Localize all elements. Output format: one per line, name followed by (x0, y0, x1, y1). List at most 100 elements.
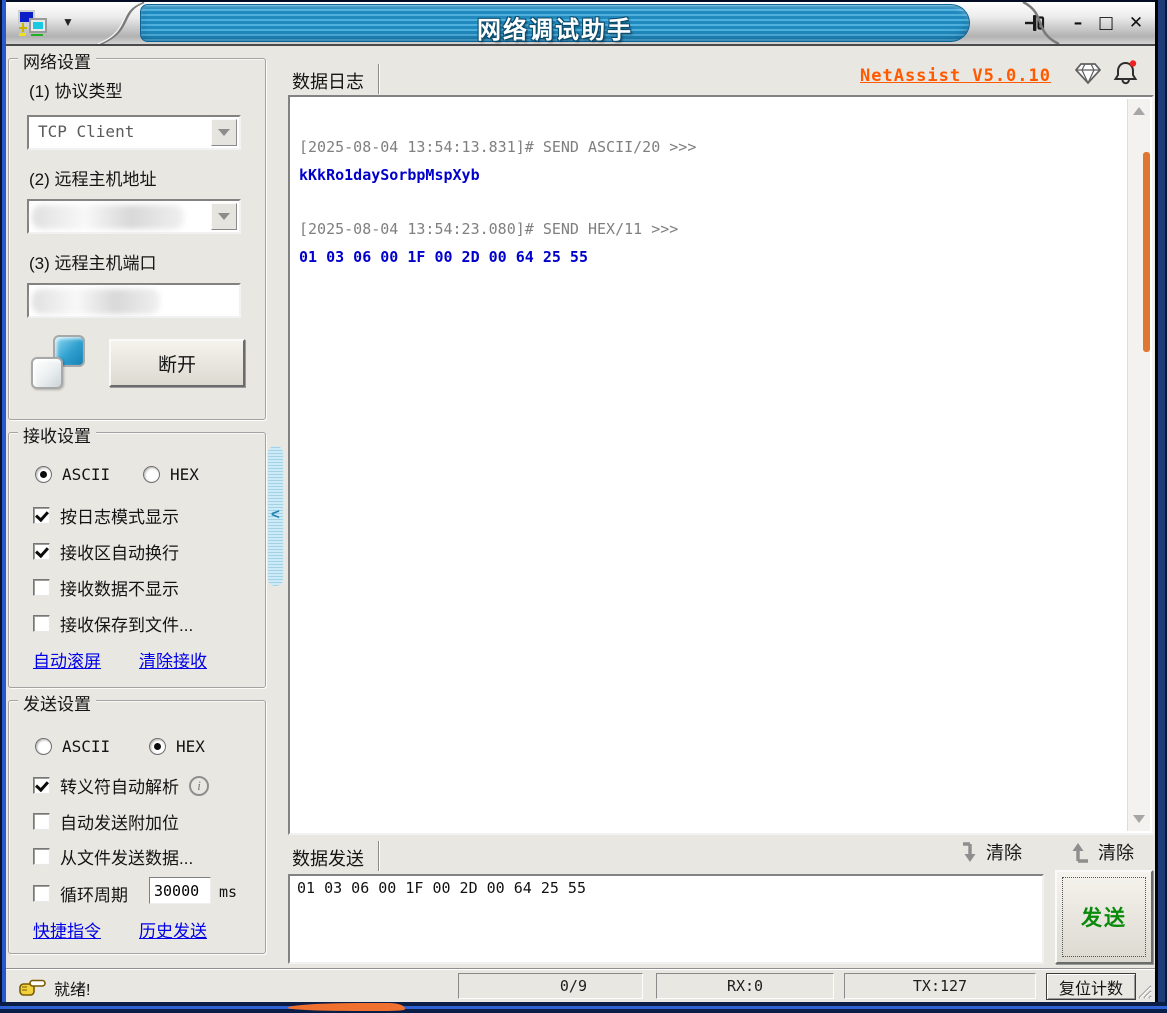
resize-grip[interactable] (1133, 980, 1153, 1000)
cycle-period-checkbox[interactable]: 循环周期 ms (33, 877, 237, 906)
border-orange-swoosh (285, 1003, 409, 1011)
remote-host-combobox[interactable] (27, 199, 241, 234)
hide-received-label: 接收数据不显示 (60, 580, 179, 599)
scroll-thumb[interactable] (1143, 152, 1150, 352)
auto-wrap-checkbox[interactable]: 接收区自动换行 (33, 539, 179, 564)
scroll-up-arrow[interactable] (1133, 107, 1145, 115)
connection-state-icon (31, 335, 85, 389)
receive-hex-label: HEX (170, 465, 199, 484)
pointing-hand-icon (19, 979, 46, 996)
auto-scroll-link[interactable]: 自动滚屏 (33, 647, 101, 672)
rx-count-panel: RX:0 (656, 973, 834, 999)
status-text: 就绪! (54, 982, 91, 999)
checkbox-icon[interactable] (33, 848, 50, 865)
receive-hex-radio[interactable]: HEX (143, 465, 199, 484)
title-bar: ▼ 网络调试助手 – □ ✕ (6, 0, 1155, 46)
reset-count-button[interactable]: 复位计数 (1046, 973, 1136, 1000)
clear-receive-button[interactable]: 清除 (960, 839, 1022, 865)
clear-receive-link[interactable]: 清除接收 (139, 647, 207, 672)
close-button[interactable]: ✕ (1123, 10, 1149, 36)
tab-data-send[interactable]: 数据发送 (292, 841, 380, 871)
log-mode-checkbox[interactable]: 按日志模式显示 (33, 503, 179, 528)
title-pill: 网络调试助手 (140, 4, 970, 44)
receive-settings-group: 接收设置 ASCII HEX 按日志模式显示 接收区自动换行 接收数据不显示 接… (8, 422, 266, 688)
titlebar-swoosh-left (98, 2, 145, 44)
tx-count-panel: TX:127 (844, 973, 1036, 999)
scroll-down-arrow[interactable] (1133, 815, 1145, 823)
redacted-host-value (32, 205, 184, 229)
tab-data-log[interactable]: 数据日志 (292, 64, 380, 94)
checkbox-icon[interactable] (33, 507, 50, 524)
send-from-file-checkbox[interactable]: 从文件发送数据... (33, 844, 193, 869)
append-bits-checkbox[interactable]: 自动发送附加位 (33, 809, 179, 834)
log-mode-label: 按日志模式显示 (60, 508, 179, 527)
clear-send-button[interactable]: 清除 (1072, 839, 1134, 865)
disconnect-button[interactable]: 断开 (109, 339, 245, 387)
packet-count-panel: 0/9 (458, 973, 643, 999)
host-dropdown-button[interactable] (211, 203, 237, 230)
chevron-down-icon (218, 129, 230, 136)
escape-parse-checkbox[interactable]: 转义符自动解析 i (33, 773, 209, 798)
send-hex-radio[interactable]: HEX (149, 737, 205, 756)
checkbox-icon[interactable] (33, 579, 50, 596)
focus-outline (1062, 877, 1146, 957)
checkbox-icon[interactable] (33, 813, 50, 830)
log-entry-data: 01 03 06 00 1F 00 2D 00 64 25 55 (299, 248, 588, 266)
data-log-tab-label: 数据日志 (292, 72, 364, 92)
window-border-right (1155, 0, 1167, 1013)
save-to-file-label: 接收保存到文件... (60, 616, 194, 635)
auto-wrap-label: 接收区自动换行 (60, 544, 179, 563)
log-entry-meta: [2025-08-04 13:54:23.080]# SEND HEX/11 >… (299, 220, 679, 238)
send-ascii-label: ASCII (62, 737, 111, 756)
diamond-icon[interactable] (1074, 61, 1102, 87)
cycle-period-label: 循环周期 (60, 886, 128, 905)
radio-icon[interactable] (35, 466, 52, 483)
data-log-view[interactable]: [2025-08-04 13:54:13.831]# SEND ASCII/20… (288, 95, 1154, 835)
protocol-type-combobox[interactable]: TCP Client (27, 115, 241, 150)
maximize-button[interactable]: □ (1093, 10, 1119, 36)
cycle-period-input[interactable] (149, 877, 211, 904)
send-from-file-label: 从文件发送数据... (60, 849, 194, 868)
info-icon[interactable]: i (189, 775, 209, 796)
app-menu-chevron-icon[interactable]: ▼ (62, 15, 74, 29)
send-ascii-radio[interactable]: ASCII (35, 737, 110, 756)
send-settings-title: 发送设置 (18, 690, 96, 715)
log-entry-meta: [2025-08-04 13:54:13.831]# SEND ASCII/20… (299, 138, 697, 156)
send-button[interactable]: 发送 (1055, 870, 1153, 964)
checkbox-icon[interactable] (33, 615, 50, 632)
collapse-chevron-icon: < (271, 506, 280, 523)
minimize-button[interactable]: – (1065, 10, 1091, 36)
radio-icon[interactable] (35, 738, 52, 755)
radio-icon[interactable] (143, 466, 160, 483)
disconnect-button-label: 断开 (157, 354, 196, 376)
redacted-port-value (32, 289, 160, 314)
window-title: 网络调试助手 (477, 17, 633, 44)
receive-ascii-radio[interactable]: ASCII (35, 465, 110, 484)
send-settings-group: 发送设置 ASCII HEX 转义符自动解析 i 自动发送附加位 从文件发送数据… (8, 690, 266, 954)
checkbox-icon[interactable] (33, 777, 50, 794)
titlebar-swoosh-right (1022, 2, 1060, 44)
checkbox-icon[interactable] (33, 885, 50, 902)
version-link[interactable]: NetAssist V5.0.10 (860, 66, 1051, 86)
append-bits-label: 自动发送附加位 (60, 814, 179, 833)
arrow-down-icon (963, 841, 976, 862)
sidebar-splitter[interactable]: < (268, 446, 283, 586)
checkbox-icon[interactable] (33, 543, 50, 560)
save-to-file-checkbox[interactable]: 接收保存到文件... (33, 611, 193, 636)
clear-receive-label: 清除 (986, 843, 1022, 863)
history-send-link[interactable]: 历史发送 (139, 917, 207, 942)
window-border-left (0, 0, 6, 1013)
remote-port-input[interactable] (27, 283, 241, 318)
chevron-down-icon (218, 213, 230, 220)
receive-ascii-label: ASCII (62, 465, 111, 484)
send-data-input[interactable]: 01 03 06 00 1F 00 2D 00 64 25 55 (290, 876, 1042, 962)
arrow-up-icon (1072, 842, 1088, 863)
protocol-dropdown-button[interactable] (211, 119, 237, 146)
quick-commands-link[interactable]: 快捷指令 (33, 917, 101, 942)
radio-icon[interactable] (149, 738, 166, 755)
bell-icon[interactable] (1112, 58, 1140, 86)
hide-received-checkbox[interactable]: 接收数据不显示 (33, 575, 179, 600)
network-settings-title: 网络设置 (18, 48, 96, 73)
app-icon[interactable] (16, 10, 50, 37)
log-scrollbar[interactable] (1127, 99, 1150, 831)
